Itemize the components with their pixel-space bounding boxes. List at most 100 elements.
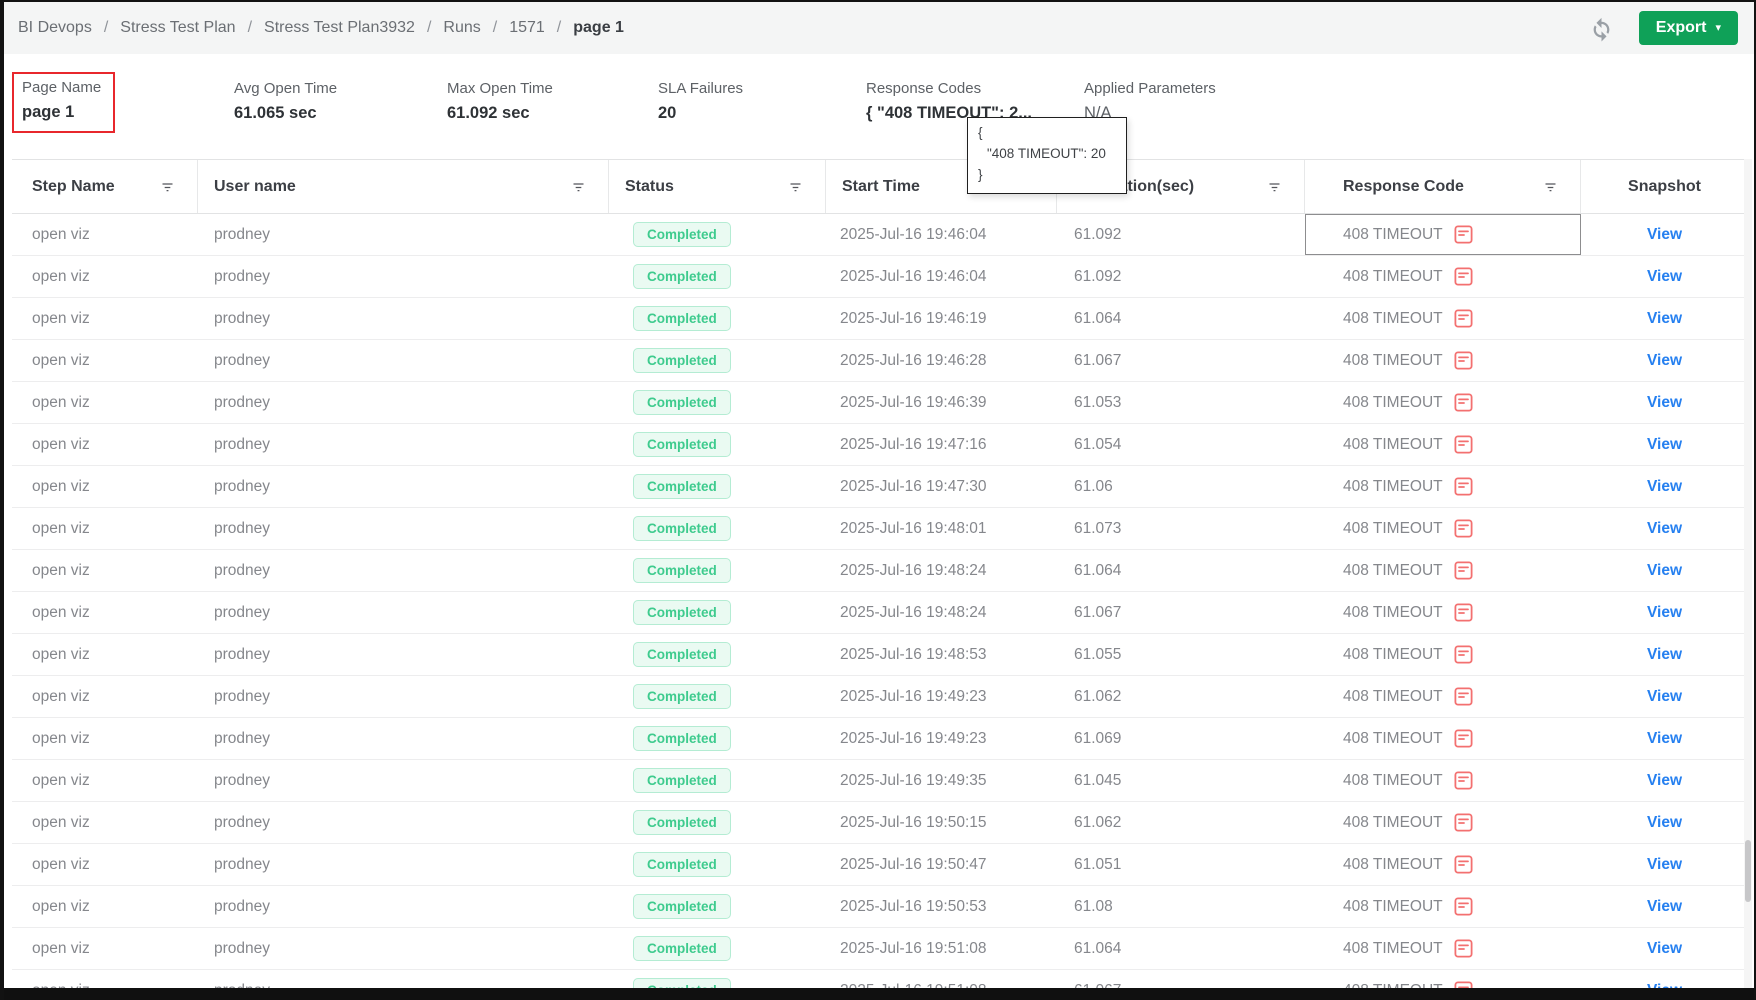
view-link[interactable]: View	[1647, 898, 1682, 916]
response-code-cell: 408 TIMEOUT	[1305, 466, 1581, 507]
start-time-cell: 2025-Jul-16 19:50:53	[826, 886, 1057, 927]
view-link[interactable]: View	[1647, 604, 1682, 622]
user-name-text: prodney	[214, 687, 271, 705]
start-time-cell: 2025-Jul-16 19:47:30	[826, 466, 1057, 507]
response-note-icon[interactable]	[1454, 225, 1473, 244]
export-button[interactable]: Export ▾	[1638, 11, 1738, 45]
duration-cell: 61.067	[1057, 592, 1305, 633]
view-link[interactable]: View	[1647, 646, 1682, 664]
status-badge: Completed	[633, 768, 731, 793]
duration-text: 61.055	[1074, 645, 1122, 663]
step-name-text: open viz	[32, 393, 90, 411]
response-note-icon[interactable]	[1454, 855, 1473, 874]
duration-text: 61.073	[1074, 519, 1122, 537]
view-link[interactable]: View	[1647, 268, 1682, 286]
view-link[interactable]: View	[1647, 310, 1682, 328]
response-note-icon[interactable]	[1454, 267, 1473, 286]
duration-text: 61.06	[1074, 477, 1113, 495]
start-time-text: 2025-Jul-16 19:50:53	[840, 897, 987, 915]
view-link[interactable]: View	[1647, 940, 1682, 958]
response-note-icon[interactable]	[1454, 813, 1473, 832]
response-note-icon[interactable]	[1454, 603, 1473, 622]
start-time-cell: 2025-Jul-16 19:49:23	[826, 676, 1057, 717]
response-note-icon[interactable]	[1454, 477, 1473, 496]
user-name-text: prodney	[214, 729, 271, 747]
filter-icon[interactable]	[788, 179, 803, 194]
table-row: open viz prodney Completed 2025-Jul-16 19:4…	[12, 424, 1748, 466]
status-badge: Completed	[633, 558, 731, 583]
filter-icon[interactable]	[160, 179, 175, 194]
response-note-icon[interactable]	[1454, 561, 1473, 580]
response-note-icon[interactable]	[1454, 729, 1473, 748]
status-cell: Completed	[609, 424, 826, 465]
snapshot-cell: View	[1581, 550, 1748, 591]
breadcrumb-item-bi-devops[interactable]: BI Devops	[18, 19, 92, 37]
vertical-scrollbar[interactable]	[1744, 159, 1752, 990]
user-name-text: prodney	[214, 477, 271, 495]
response-note-icon[interactable]	[1454, 645, 1473, 664]
app-window: BI Devops / Stress Test Plan / Stress Test P…	[0, 0, 1756, 1000]
chevron-down-icon: ▾	[1715, 21, 1721, 34]
view-link[interactable]: View	[1647, 436, 1682, 454]
duration-cell: 61.064	[1057, 928, 1305, 969]
snapshot-cell: View	[1581, 256, 1748, 297]
start-time-text: 2025-Jul-16 19:49:23	[840, 687, 987, 705]
breadcrumb: BI Devops / Stress Test Plan / Stress Test P…	[18, 19, 624, 37]
view-link[interactable]: View	[1647, 856, 1682, 874]
step-name-text: open viz	[32, 267, 90, 285]
response-note-icon[interactable]	[1454, 687, 1473, 706]
response-note-icon[interactable]	[1454, 939, 1473, 958]
view-link[interactable]: View	[1647, 562, 1682, 580]
response-code-cell: 408 TIMEOUT	[1305, 214, 1581, 255]
status-cell: Completed	[609, 676, 826, 717]
view-link[interactable]: View	[1647, 520, 1682, 538]
column-label: Status	[625, 177, 674, 195]
step-name-cell: open viz	[12, 466, 198, 507]
start-time-cell: 2025-Jul-16 19:50:15	[826, 802, 1057, 843]
view-link[interactable]: View	[1647, 772, 1682, 790]
step-name-cell: open viz	[12, 382, 198, 423]
step-name-text: open viz	[32, 519, 90, 537]
response-code-text: 408 TIMEOUT	[1343, 939, 1443, 957]
response-note-icon[interactable]	[1454, 351, 1473, 370]
response-code-text: 408 TIMEOUT	[1343, 729, 1443, 747]
user-name-text: prodney	[214, 393, 271, 411]
view-link[interactable]: View	[1647, 814, 1682, 832]
start-time-text: 2025-Jul-16 19:51:08	[840, 939, 987, 957]
duration-text: 61.069	[1074, 729, 1122, 747]
refresh-icon[interactable]	[1588, 15, 1615, 42]
view-link[interactable]: View	[1647, 226, 1682, 244]
status-cell: Completed	[609, 466, 826, 507]
filter-icon[interactable]	[571, 179, 586, 194]
scrollbar-thumb[interactable]	[1745, 840, 1751, 902]
response-note-icon[interactable]	[1454, 435, 1473, 454]
duration-cell: 61.045	[1057, 760, 1305, 801]
tooltip-line: }	[978, 166, 983, 182]
user-name-text: prodney	[214, 813, 271, 831]
view-link[interactable]: View	[1647, 478, 1682, 496]
start-time-cell: 2025-Jul-16 19:46:19	[826, 298, 1057, 339]
breadcrumb-item-stress-test-plan[interactable]: Stress Test Plan	[120, 19, 235, 37]
filter-icon[interactable]	[1543, 179, 1558, 194]
breadcrumb-item-1571[interactable]: 1571	[509, 19, 545, 37]
breadcrumb-item-runs[interactable]: Runs	[443, 19, 480, 37]
duration-cell: 61.062	[1057, 676, 1305, 717]
user-name-cell: prodney	[198, 298, 609, 339]
step-name-text: open viz	[32, 771, 90, 789]
user-name-cell: prodney	[198, 760, 609, 801]
breadcrumb-item-stress-test-plan3932[interactable]: Stress Test Plan3932	[264, 19, 415, 37]
response-note-icon[interactable]	[1454, 519, 1473, 538]
status-badge: Completed	[633, 852, 731, 877]
table-row: open viz prodney Completed 2025-Jul-16 19:4…	[12, 214, 1748, 256]
response-note-icon[interactable]	[1454, 897, 1473, 916]
response-code-cell: 408 TIMEOUT	[1305, 340, 1581, 381]
view-link[interactable]: View	[1647, 730, 1682, 748]
filter-icon[interactable]	[1267, 179, 1282, 194]
response-note-icon[interactable]	[1454, 771, 1473, 790]
response-note-icon[interactable]	[1454, 309, 1473, 328]
response-note-icon[interactable]	[1454, 393, 1473, 412]
view-link[interactable]: View	[1647, 394, 1682, 412]
table-row: open viz prodney Completed 2025-Jul-16 19:4…	[12, 634, 1748, 676]
view-link[interactable]: View	[1647, 352, 1682, 370]
view-link[interactable]: View	[1647, 688, 1682, 706]
